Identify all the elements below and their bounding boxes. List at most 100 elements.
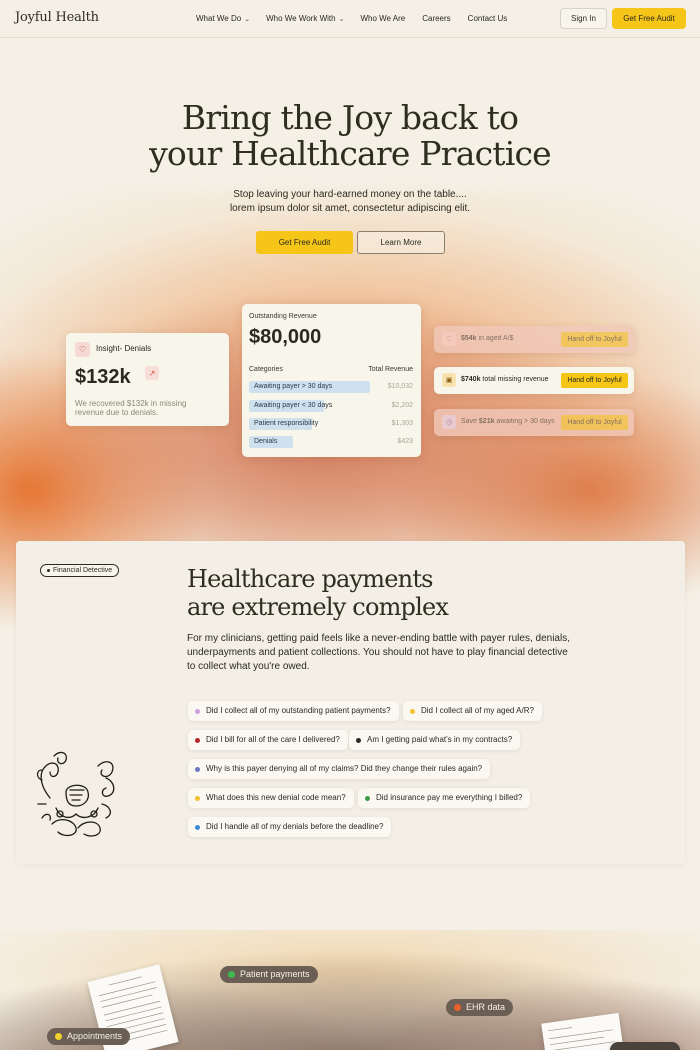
action-aged-ar: ♡ $54k in aged A/$ Hand off to Joyful bbox=[434, 326, 634, 353]
dot-icon bbox=[365, 796, 370, 801]
dot-icon bbox=[55, 1033, 62, 1040]
action-amount: $740k bbox=[461, 376, 481, 383]
revenue-card-value: $80,000 bbox=[249, 326, 322, 348]
hero-subtitle-line-2: lorem ipsum dolor sit amet, consectetur … bbox=[229, 203, 471, 214]
question-text: Did I handle all of my denials before th… bbox=[206, 822, 384, 831]
question-pill: Am I getting paid what's in my contracts… bbox=[349, 730, 521, 750]
revenue-row-amount: $423 bbox=[397, 438, 413, 445]
action-awaiting-payer: ◷ Save $21k awaiting > 30 days Hand off … bbox=[434, 409, 634, 436]
hero-title: Bring the Joy back to your Healthcare Pr… bbox=[0, 100, 700, 172]
get-free-audit-button[interactable]: Get Free Audit bbox=[256, 231, 353, 254]
denials-insight-card: ♡ Insight- Denials $132k ↗ We recovered … bbox=[66, 333, 229, 426]
dot-icon bbox=[195, 709, 200, 714]
revenue-row-label: Awaiting payer > 30 days bbox=[254, 383, 333, 390]
revenue-row-amount: $1,303 bbox=[391, 420, 413, 427]
arrow-up-right-icon: ↗ bbox=[145, 366, 159, 380]
hero-title-line-2: your Healthcare Practice bbox=[149, 134, 552, 173]
action-text: $740k total missing revenue bbox=[461, 376, 549, 383]
nav-link-label: Who We Are bbox=[360, 14, 406, 23]
page: Joyful Health What We Do ⌄ Who We Work W… bbox=[0, 0, 700, 1050]
revenue-card-label: Outstanding Revenue bbox=[249, 313, 317, 320]
ehr-data-tag: EHR data bbox=[446, 999, 514, 1016]
revenue-row-bar: Patient responsibility bbox=[249, 418, 318, 430]
dot-icon bbox=[356, 738, 361, 743]
denials-card-description: We recovered $132k in missing revenue du… bbox=[75, 399, 187, 417]
hand-off-button[interactable]: Hand off to Joyful bbox=[561, 332, 628, 347]
action-description: awaiting > 30 days bbox=[494, 418, 555, 425]
question-text: Did I bill for all of the care I deliver… bbox=[206, 735, 340, 744]
section-title: Healthcare payments are extremely comple… bbox=[187, 565, 449, 621]
section-title-line-1: Healthcare payments bbox=[187, 565, 433, 593]
document-image bbox=[610, 1042, 680, 1050]
question-pill: Did I handle all of my denials before th… bbox=[188, 817, 392, 837]
nav-who-we-are[interactable]: Who We Are bbox=[360, 14, 405, 23]
action-amount: $54k bbox=[461, 335, 477, 342]
question-pill: What does this new denial code mean? bbox=[188, 788, 354, 808]
outstanding-revenue-card: Outstanding Revenue $80,000 Categories T… bbox=[242, 304, 421, 457]
dot-icon bbox=[195, 825, 200, 830]
hero-subtitle-line-1: Stop leaving your hard-earned money on t… bbox=[233, 189, 467, 200]
nav-link-label: Contact Us bbox=[467, 14, 508, 23]
question-text: What does this new denial code mean? bbox=[206, 793, 346, 802]
revenue-row-bar: Awaiting payer < 30 days bbox=[249, 400, 332, 412]
clock-icon: ◷ bbox=[442, 415, 456, 429]
detective-illustration bbox=[36, 751, 115, 837]
heart-icon: ♡ bbox=[442, 332, 456, 346]
nav-careers[interactable]: Careers bbox=[422, 14, 450, 23]
sign-in-button[interactable]: Sign In bbox=[560, 8, 607, 29]
total-revenue-header: Total Revenue bbox=[368, 366, 413, 373]
dot-icon bbox=[47, 569, 50, 572]
nav-link-label: Careers bbox=[422, 14, 451, 23]
question-pill: Why is this payer denying all of my clai… bbox=[188, 759, 491, 779]
hand-off-button[interactable]: Hand off to Joyful bbox=[561, 373, 628, 388]
top-nav: Joyful Health What We Do ⌄ Who We Work W… bbox=[0, 0, 700, 38]
nav-who-we-work-with[interactable]: Who We Work With ⌄ bbox=[266, 14, 344, 23]
badge-label: Financial Detective bbox=[53, 567, 113, 574]
money-icon: ▣ bbox=[442, 373, 456, 387]
nav-what-we-do[interactable]: What We Do ⌄ bbox=[196, 14, 250, 23]
question-text: Am I getting paid what's in my contracts… bbox=[367, 735, 513, 744]
dot-icon bbox=[228, 971, 235, 978]
revenue-row-amount: $10,032 bbox=[387, 383, 413, 390]
categories-header: Categories bbox=[249, 366, 283, 373]
tag-label: Appointments bbox=[67, 1031, 123, 1041]
hero-subtitle: Stop leaving your hard-earned money on t… bbox=[0, 188, 700, 216]
action-amount: $21k bbox=[478, 418, 495, 425]
revenue-row-label: Patient responsibility bbox=[254, 420, 319, 427]
dot-icon bbox=[454, 1004, 461, 1011]
action-text: $54k in aged A/$ bbox=[461, 335, 514, 342]
chevron-down-icon: ⌄ bbox=[244, 15, 251, 23]
denials-card-title: Insight- Denials bbox=[96, 344, 152, 353]
question-pill: Did I collect all of my outstanding pati… bbox=[188, 701, 399, 721]
dot-icon bbox=[195, 767, 200, 772]
tag-label: Patient payments bbox=[240, 969, 310, 979]
question-pill: Did insurance pay me everything I billed… bbox=[358, 788, 531, 808]
nav-links: What We Do ⌄ Who We Work With ⌄ Who We A… bbox=[196, 14, 507, 23]
revenue-row-bar: Awaiting payer > 30 days bbox=[249, 381, 370, 393]
question-pill: Did I collect all of my aged A/R? bbox=[403, 701, 542, 721]
nav-link-label: Who We Work With bbox=[266, 14, 336, 23]
revenue-row-bar: Denials bbox=[249, 436, 293, 448]
dot-icon bbox=[195, 796, 200, 801]
revenue-row-amount: $2,202 bbox=[391, 402, 413, 409]
get-free-audit-nav-button[interactable]: Get Free Audit bbox=[612, 8, 686, 29]
question-text: Why is this payer denying all of my clai… bbox=[206, 764, 483, 773]
question-text: Did insurance pay me everything I billed… bbox=[376, 793, 523, 802]
logo[interactable]: Joyful Health bbox=[15, 10, 99, 25]
denials-card-value: $132k bbox=[75, 366, 131, 388]
section-title-line-2: are extremely complex bbox=[187, 593, 449, 621]
section-body: For my clinicians, getting paid feels li… bbox=[187, 633, 570, 672]
tag-label: EHR data bbox=[466, 1002, 506, 1012]
nav-contact-us[interactable]: Contact Us bbox=[468, 14, 508, 23]
question-text: Did I collect all of my aged A/R? bbox=[421, 706, 534, 715]
action-text: Save $21k awaiting > 30 days bbox=[461, 418, 555, 425]
financial-detective-badge: Financial Detective bbox=[40, 564, 120, 577]
action-description: in aged A/$ bbox=[476, 335, 514, 342]
revenue-row-label: Awaiting payer < 30 days bbox=[254, 402, 333, 409]
learn-more-button[interactable]: Learn More bbox=[357, 231, 445, 254]
nav-link-label: What We Do bbox=[196, 14, 242, 23]
action-description: total missing revenue bbox=[480, 376, 549, 383]
dot-icon bbox=[195, 738, 200, 743]
question-pill: Did I bill for all of the care I deliver… bbox=[188, 730, 348, 750]
hand-off-button[interactable]: Hand off to Joyful bbox=[561, 415, 628, 430]
